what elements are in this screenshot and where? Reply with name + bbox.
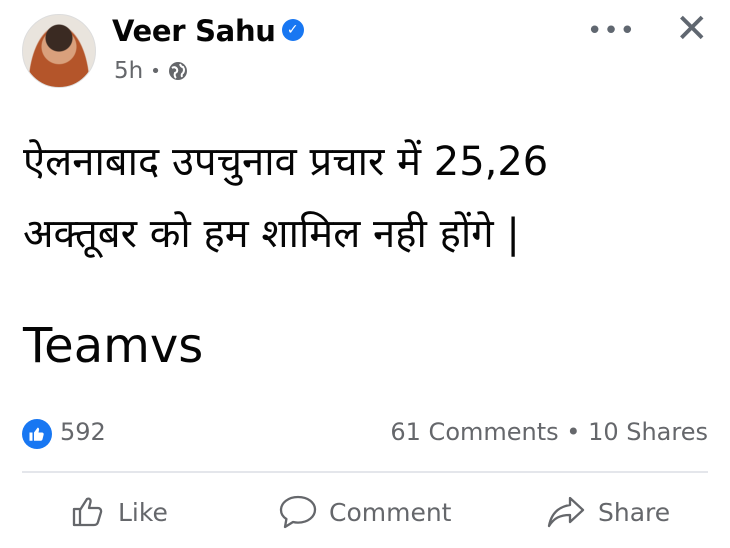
post-text: ऐलनाबाद उपचुनाव प्रचार में 25,26 अक्तूबर… bbox=[23, 139, 549, 257]
share-button-label: Share bbox=[598, 497, 671, 527]
comment-button-label: Comment bbox=[329, 497, 452, 527]
divider bbox=[22, 471, 708, 473]
share-button[interactable]: Share bbox=[546, 484, 670, 540]
like-reaction-icon[interactable] bbox=[22, 419, 52, 449]
like-count[interactable]: 592 bbox=[60, 418, 106, 446]
post-stats: 592 61 Comments • 10 Shares bbox=[22, 416, 708, 452]
comment-icon bbox=[279, 495, 317, 529]
meta-separator: • bbox=[150, 60, 161, 82]
close-icon[interactable]: ✕ bbox=[675, 6, 709, 52]
action-bar: Like Comment Share bbox=[22, 484, 708, 540]
thumbs-up-icon bbox=[29, 427, 44, 441]
avatar[interactable] bbox=[22, 14, 96, 88]
verified-badge-icon: ✓ bbox=[281, 19, 304, 41]
post-signature: Teamvs bbox=[23, 318, 204, 374]
author-name-text[interactable]: Veer Sahu bbox=[112, 14, 276, 48]
post-time[interactable]: 5h bbox=[114, 58, 143, 84]
post-header: Veer Sahu ✓ 5h • ••• ✕ bbox=[22, 6, 712, 88]
more-options-icon[interactable]: ••• bbox=[587, 16, 636, 46]
post-meta: 5h • bbox=[114, 58, 188, 84]
share-icon bbox=[547, 496, 585, 528]
like-button[interactable]: Like bbox=[70, 484, 168, 540]
like-icon bbox=[72, 497, 103, 527]
globe-icon[interactable] bbox=[168, 61, 188, 81]
like-button-label: Like bbox=[118, 497, 168, 527]
author-name[interactable]: Veer Sahu ✓ bbox=[112, 14, 304, 48]
comment-button[interactable]: Comment bbox=[279, 484, 452, 540]
comments-shares-count[interactable]: 61 Comments • 10 Shares bbox=[390, 418, 708, 446]
